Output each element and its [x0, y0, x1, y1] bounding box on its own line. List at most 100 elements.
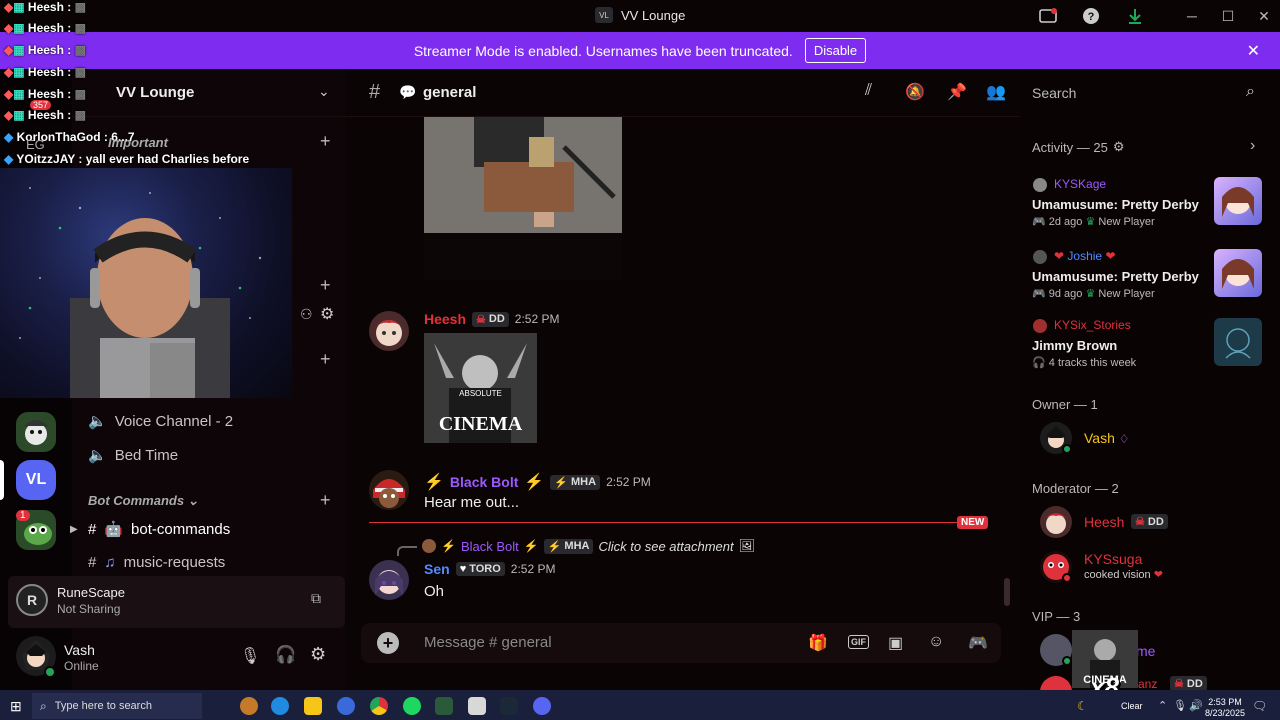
unread-dot-icon: ▶	[70, 524, 78, 535]
music-icon: ♫	[104, 554, 116, 571]
channel-label: Bed Time	[114, 446, 179, 464]
game-activity-card[interactable]: R RuneScape Not Sharing ⧉	[8, 576, 345, 628]
chat-scrollbar[interactable]	[1004, 578, 1010, 606]
channel-bot-commands[interactable]: # 🤖 bot-commands	[88, 520, 230, 539]
football-app-icon[interactable]	[240, 697, 258, 715]
inbox-icon[interactable]	[1037, 6, 1059, 26]
add-channel-icon[interactable]: +	[320, 131, 331, 152]
category-bot-commands[interactable]: Bot Commands ⌄	[88, 493, 199, 509]
server-name: VV Lounge	[116, 84, 195, 101]
taskbar-search-input[interactable]: Type here to search	[55, 700, 152, 712]
activity-section-header[interactable]: Activity — 25 ⚙	[1032, 139, 1125, 155]
mic-tray-icon[interactable]: 🎙	[1173, 699, 1187, 712]
file-explorer-icon[interactable]	[304, 697, 322, 715]
screen-share-icon[interactable]: ⧉	[311, 590, 321, 607]
gif-icon[interactable]: GIF	[848, 635, 869, 649]
sticker-icon[interactable]: ▣	[888, 633, 903, 653]
close-window-icon[interactable]: ✕	[1253, 6, 1275, 26]
message-input[interactable]: Message # general	[424, 634, 552, 651]
voice-channel-2[interactable]: 🔈 Voice Channel - 2	[88, 412, 233, 431]
close-banner-icon[interactable]: ✕	[1247, 41, 1260, 61]
vpn-icon[interactable]	[337, 697, 355, 715]
search-input[interactable]: Search	[1032, 85, 1076, 101]
title-bar: VL VV Lounge ? ─ ☐ ✕	[0, 0, 1280, 32]
add-channel-icon[interactable]: +	[320, 275, 331, 296]
help-icon[interactable]: ?	[1080, 6, 1102, 26]
discord-taskbar-icon[interactable]	[533, 697, 551, 715]
emoji-icon[interactable]: ☺	[928, 633, 944, 651]
channel-music-requests[interactable]: # ♫ music-requests	[88, 554, 225, 571]
chrome-icon[interactable]	[370, 697, 388, 715]
owner-section-header: Owner — 1	[1032, 397, 1098, 412]
activity-item[interactable]: KYSix_Stories Jimmy Brown 🎧 4 tracks thi…	[1032, 318, 1272, 369]
banner-text: Streamer Mode is enabled. Usernames have…	[413, 42, 793, 59]
search-icon: ⌕	[40, 698, 47, 713]
server-header[interactable]: VV Lounge ⌄	[72, 69, 345, 117]
reply-preview[interactable]: ⚡ Black Bolt ⚡ ⚡ MHA Click to see attachm…	[397, 536, 755, 556]
activities-icon[interactable]: 🎮	[968, 633, 988, 653]
chevron-right-icon[interactable]: ›	[1250, 137, 1255, 155]
microphone-icon[interactable]: 🎙	[240, 646, 260, 666]
robot-icon: 🤖	[104, 521, 124, 538]
streamer-image	[19, 187, 262, 398]
author-name[interactable]: Black Bolt	[450, 474, 518, 490]
windows-start-icon[interactable]: ⊞	[10, 698, 22, 715]
clock[interactable]: 2:53 PM 8/23/2025	[1205, 697, 1245, 719]
category-important[interactable]: Important	[108, 135, 168, 150]
album-thumbnail	[1214, 318, 1262, 366]
spotify-icon[interactable]	[403, 697, 421, 715]
threads-icon[interactable]: ⫽	[865, 82, 872, 100]
volume-icon[interactable]: 🔊	[1189, 699, 1203, 712]
server-icon-vv-lounge[interactable]: VL	[16, 460, 56, 500]
vip-section-header: VIP — 3	[1032, 609, 1081, 624]
add-attachment-icon[interactable]: +	[377, 632, 399, 654]
message-header: Heesh ☠ DD 2:52 PM	[424, 311, 560, 327]
avatar[interactable]	[369, 560, 409, 600]
message-text: Hear me out...	[424, 494, 520, 511]
activity-item[interactable]: ❤ Joshie ❤ Umamusume: Pretty Derby 🎮 9d …	[1032, 249, 1272, 300]
minimize-icon[interactable]: ─	[1181, 6, 1203, 26]
taskbar-search[interactable]: ⌕ Type here to search	[32, 693, 202, 719]
disable-button[interactable]: Disable	[804, 38, 867, 63]
search-bar[interactable]: Search ⌕	[1024, 77, 1272, 109]
author-name[interactable]: Heesh	[424, 311, 466, 327]
gift-icon[interactable]: 🎁	[808, 633, 828, 653]
gear-icon[interactable]: ⚙	[320, 304, 334, 324]
cinema-meme-image[interactable]: ABSOLUTE CINEMA	[424, 333, 537, 443]
activity-item[interactable]: KYSKage Umamusume: Pretty Derby 🎮 2d ago…	[1032, 177, 1272, 228]
settings-gear-icon[interactable]: ⚙	[310, 644, 326, 665]
maximize-icon[interactable]: ☐	[1217, 6, 1239, 26]
author-name[interactable]: Sen	[424, 561, 450, 577]
weather-icon: ☾	[1077, 699, 1088, 713]
image-attachment-icon: 🖼	[738, 538, 756, 553]
headphones-icon[interactable]: 🎧	[275, 645, 296, 665]
app-icon[interactable]	[435, 697, 453, 715]
tray-chevron-icon[interactable]: ⌃	[1158, 699, 1167, 712]
invite-icon[interactable]: ⚇	[300, 306, 313, 323]
member-list-icon[interactable]: 👥	[986, 82, 1006, 102]
voice-channel-bedtime[interactable]: 🔈 Bed Time	[88, 446, 179, 465]
runescape-taskbar-icon[interactable]	[468, 697, 486, 715]
channel-title: general	[423, 84, 477, 101]
download-icon[interactable]	[1124, 6, 1146, 26]
hash-icon: #	[88, 554, 97, 571]
server-initials: EG	[26, 137, 45, 152]
avatar[interactable]	[369, 311, 409, 351]
online-status-dot	[1062, 444, 1072, 454]
add-channel-icon[interactable]: +	[320, 349, 331, 370]
message-image[interactable]	[424, 117, 622, 233]
server-icon[interactable]	[16, 412, 56, 452]
member-row[interactable]: Heesh ☠ DD	[1040, 506, 1270, 542]
member-row[interactable]: KYSsuga cooked vision ❤	[1040, 549, 1270, 589]
role-tag: ☠ DD	[1170, 676, 1207, 690]
steam-icon[interactable]	[500, 697, 518, 715]
dnd-status-dot	[1062, 573, 1072, 583]
edge-icon[interactable]	[271, 697, 289, 715]
pinned-icon[interactable]: 📌	[947, 82, 967, 102]
add-channel-icon[interactable]: +	[320, 490, 331, 511]
mute-notifications-icon[interactable]: 🔕	[905, 82, 925, 102]
member-row-owner[interactable]: Vash ♢	[1040, 422, 1270, 458]
notifications-icon[interactable]: 🗨	[1252, 699, 1267, 713]
avatar[interactable]	[369, 470, 409, 510]
image-caption-big: CINEMA	[438, 413, 523, 435]
